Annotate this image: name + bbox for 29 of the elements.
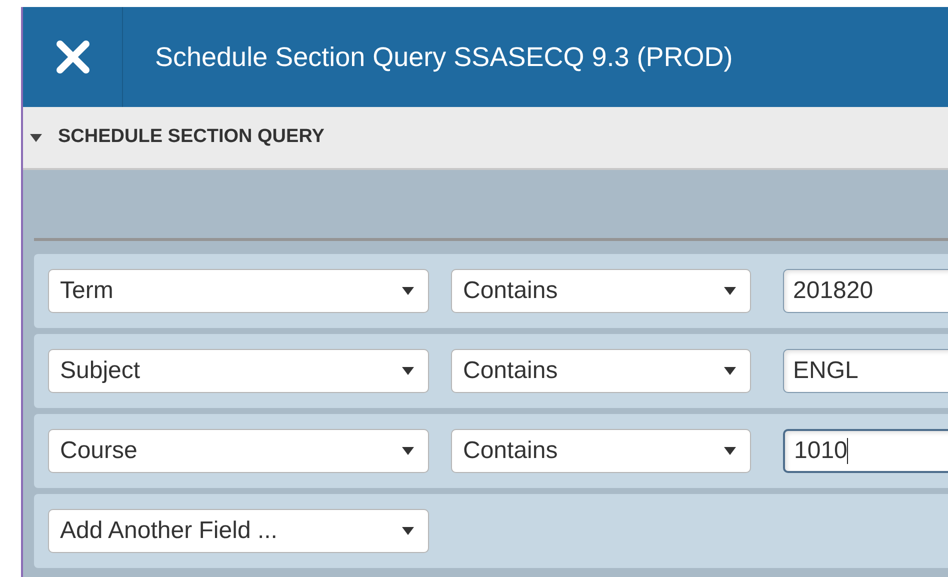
section-header[interactable]: SCHEDULE SECTION QUERY (23, 107, 948, 170)
dropdown-value: Contains (463, 276, 558, 306)
dropdown-value: Course (60, 436, 138, 466)
dropdown[interactable]: Subject (48, 349, 429, 393)
dropdown-value: Subject (60, 356, 140, 386)
dropdown-value: Contains (463, 436, 558, 466)
caret-icon (402, 287, 414, 295)
caret-icon (402, 527, 414, 535)
dropdown[interactable]: Course (48, 429, 429, 473)
caret-icon (724, 287, 736, 295)
input-field[interactable]: 201820 (783, 269, 948, 313)
dropdown-value: Term (60, 276, 114, 306)
dropdown[interactable]: Term (48, 269, 429, 313)
caret-icon (30, 134, 42, 142)
input-field[interactable]: ENGL (783, 349, 948, 393)
input-field[interactable]: 1010 (783, 429, 948, 473)
caret-icon (402, 367, 414, 375)
caret-icon (724, 367, 736, 375)
caret-icon (402, 447, 414, 455)
section-title: SCHEDULE SECTION QUERY (58, 125, 324, 150)
dropdown[interactable]: Contains (451, 349, 751, 393)
caret-icon (724, 447, 736, 455)
dropdown-value: Contains (463, 356, 558, 386)
dropdown[interactable]: Contains (451, 429, 751, 473)
dropdown[interactable]: Add Another Field ... (48, 509, 429, 553)
close-icon (54, 39, 90, 75)
dropdown[interactable]: Contains (451, 269, 751, 313)
window-title: Schedule Section Query SSASECQ 9.3 (PROD) (155, 40, 733, 74)
dropdown-value: Add Another Field ... (60, 516, 278, 546)
